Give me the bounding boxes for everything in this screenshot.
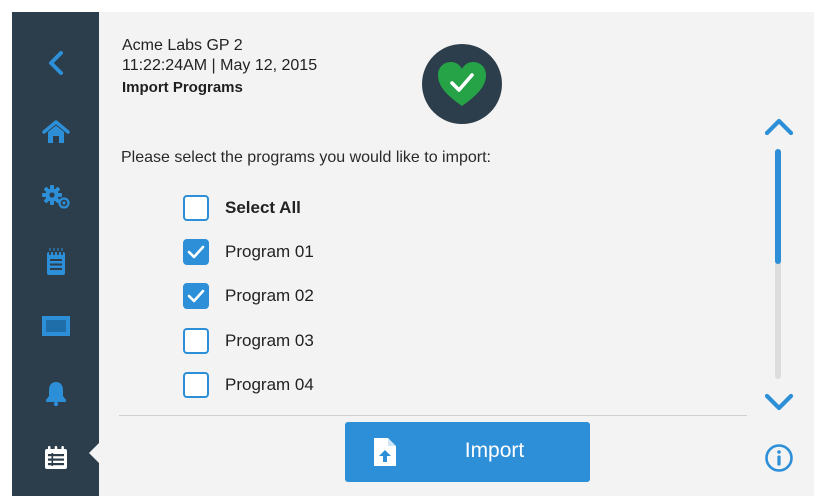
select-all-checkbox[interactable]: Select All [183,193,301,223]
alerts-button[interactable] [12,368,99,418]
scroll-down-button[interactable] [759,382,799,422]
notepad-icon [46,248,65,275]
chevron-down-icon [764,393,794,411]
gears-icon [41,185,70,209]
checkbox-program-02[interactable] [183,283,209,309]
program-label: Program 01 [225,242,314,261]
clock: 11:22:24AM | May 12, 2015 [122,57,318,74]
active-indicator [89,443,99,463]
scrollbar-thumb[interactable] [775,149,781,264]
scroll-up-button[interactable] [759,107,799,147]
chevron-left-icon [48,51,63,75]
page-title: Import Programs [122,79,243,96]
monitor-icon [41,316,70,336]
program-row[interactable]: Program 03 [183,326,314,356]
import-label: Import [464,439,525,462]
back-button[interactable] [12,38,99,88]
checkbox-program-03[interactable] [183,328,209,354]
checkmark-icon [187,245,205,259]
info-button[interactable] [761,440,797,476]
program-label: Program 02 [225,286,314,305]
sidebar [12,12,99,496]
scrollbar[interactable] [775,149,781,379]
main-panel: Acme Labs GP 2 11:22:24AM | May 12, 2015… [99,12,814,496]
home-button[interactable] [12,107,99,157]
display-button[interactable] [12,301,99,351]
program-list-icon [44,446,67,469]
home-icon [41,120,70,143]
checkbox-program-01[interactable] [183,239,209,265]
device-name: Acme Labs GP 2 [122,37,243,54]
settings-button[interactable] [12,172,99,222]
checkbox-select-all[interactable] [183,195,209,221]
screen: Acme Labs GP 2 11:22:24AM | May 12, 2015… [0,0,814,496]
checkmark-icon [187,289,205,303]
programs-button[interactable] [12,433,99,483]
bell-icon [45,382,66,406]
program-row[interactable]: Program 02 [183,281,314,311]
import-button[interactable]: Import [345,422,590,482]
chevron-up-icon [764,118,794,136]
divider [119,415,747,416]
select-all-label: Select All [225,198,301,217]
instruction-text: Please select the programs you would lik… [121,149,491,166]
notes-button[interactable] [12,237,99,287]
heart-check-icon [438,62,486,106]
program-label: Program 03 [225,331,314,350]
program-row[interactable]: Program 01 [183,237,314,267]
program-row[interactable]: Program 04 [183,370,314,400]
checkbox-program-04[interactable] [183,372,209,398]
status-indicator [422,44,502,124]
program-label: Program 04 [225,375,314,394]
info-icon [765,444,793,472]
